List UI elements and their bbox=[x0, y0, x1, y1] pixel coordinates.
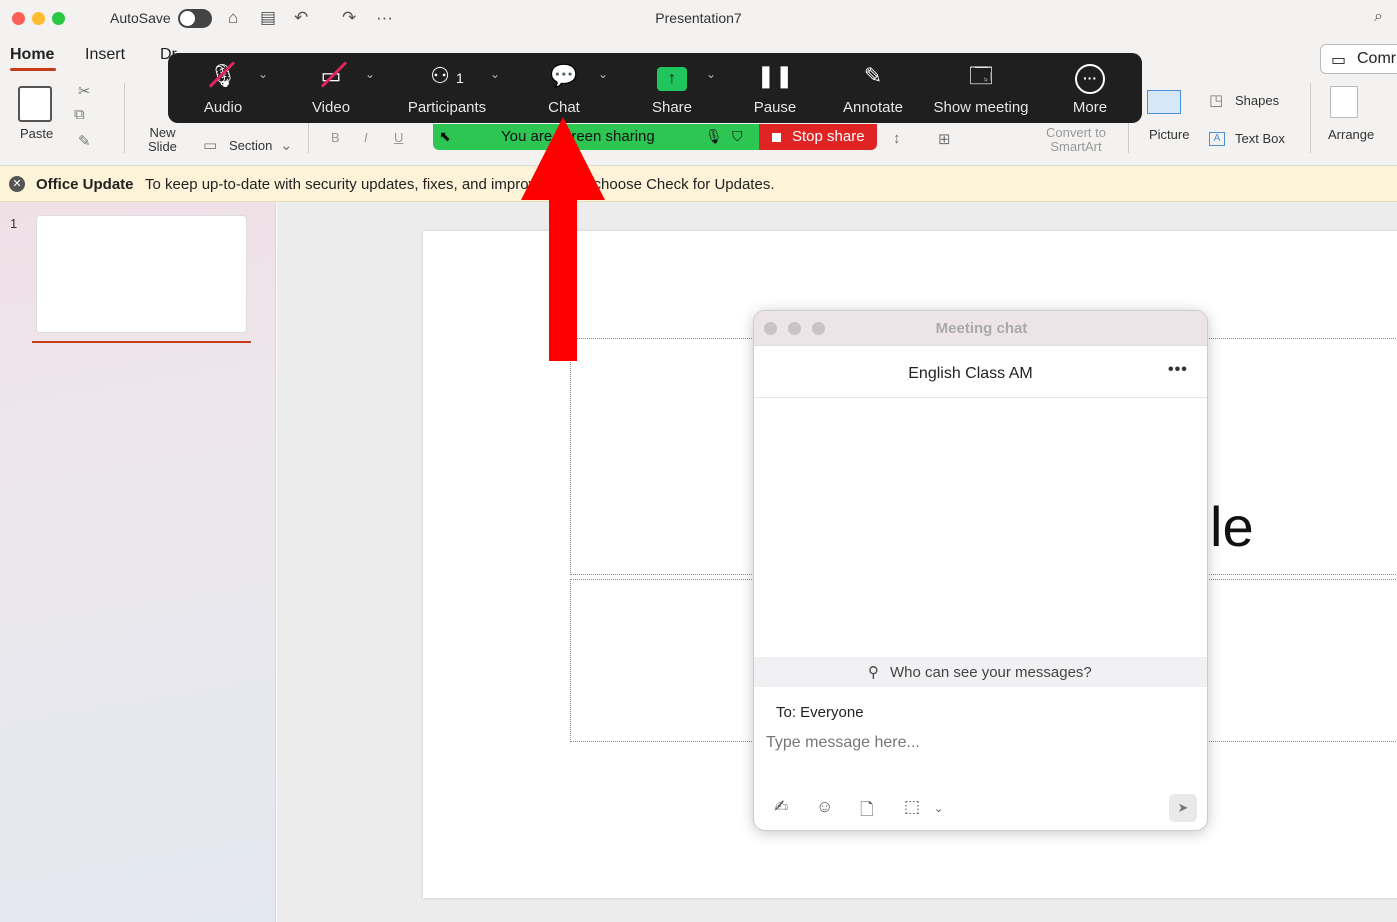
visibility-text: Who can see your messages? bbox=[890, 664, 1092, 681]
align-text-icon[interactable]: ⊞ bbox=[938, 130, 951, 148]
message-visibility-info[interactable]: ⚲ Who can see your messages? bbox=[754, 657, 1207, 687]
format-painter-icon[interactable]: ✎ bbox=[78, 132, 91, 150]
chat-window-title: Meeting chat bbox=[935, 320, 1028, 337]
participants-options-chevron[interactable]: ⌄ bbox=[490, 67, 500, 81]
audio-button[interactable]: 🎙 Audio bbox=[188, 53, 258, 123]
recipient-selector[interactable]: To: Everyone bbox=[776, 704, 864, 721]
slide-thumbnail[interactable] bbox=[36, 215, 247, 333]
underline-button[interactable]: U bbox=[394, 130, 403, 145]
send-icon: ➤ bbox=[1177, 800, 1189, 815]
slide-title-text: le bbox=[1210, 495, 1254, 558]
comments-button[interactable]: ▭ Comr bbox=[1320, 44, 1397, 74]
active-tab-indicator bbox=[10, 68, 56, 71]
paste-label: Paste bbox=[20, 126, 54, 141]
document-title: Presentation7 bbox=[655, 10, 742, 26]
update-title: Office Update bbox=[36, 176, 134, 193]
chat-header: English Class AM ••• bbox=[754, 346, 1207, 398]
slide-thumbnail-pane: 1 bbox=[0, 202, 276, 922]
mic-muted-icon: 🎙 bbox=[209, 61, 237, 91]
new-slide-label[interactable]: New Slide bbox=[148, 126, 177, 154]
audio-options-chevron[interactable]: ⌄ bbox=[258, 67, 268, 81]
chat-titlebar[interactable]: Meeting chat bbox=[754, 311, 1207, 346]
ribbon-separator bbox=[1310, 83, 1311, 153]
section-icon: ▭ bbox=[203, 137, 218, 154]
emoji-icon[interactable]: ☺ bbox=[816, 797, 833, 817]
chevron-down-icon: ⌄ bbox=[280, 137, 293, 154]
window-icon: 🗔 bbox=[969, 63, 993, 88]
pause-icon: ❚❚ bbox=[756, 63, 794, 88]
more-icon: ··· bbox=[1075, 64, 1105, 94]
video-off-icon: ▭ bbox=[321, 61, 342, 91]
video-options-chevron[interactable]: ⌄ bbox=[365, 67, 375, 81]
comment-icon: ▭ bbox=[1331, 52, 1347, 69]
participants-button[interactable]: ⚇ 1 Participants bbox=[400, 53, 494, 123]
file-icon[interactable]: 🗋 bbox=[860, 797, 874, 826]
arrange-label[interactable]: Arrange bbox=[1328, 127, 1374, 142]
search-icon[interactable]: ⌕ bbox=[1374, 8, 1383, 26]
shapes-icon[interactable]: ◳ bbox=[1209, 91, 1223, 109]
arrange-icon[interactable] bbox=[1330, 86, 1358, 118]
convert-to-smartart-button[interactable]: Convert to SmartArt bbox=[1046, 126, 1106, 154]
picture-icon[interactable] bbox=[1147, 90, 1181, 114]
window-titlebar: AutoSave ⌂ ▤ ↶ ↷ ··· Presentation7 ⌕ bbox=[0, 0, 1397, 38]
red-arrow-shaft bbox=[549, 198, 577, 361]
screenshot-icon[interactable]: ⬚ bbox=[904, 797, 920, 817]
show-meeting-button[interactable]: 🗔 Show meeting bbox=[926, 53, 1036, 123]
italic-button[interactable]: I bbox=[364, 130, 368, 145]
share-up-arrow-icon: ↑ bbox=[657, 67, 687, 91]
share-options-chevron[interactable]: ⌄ bbox=[706, 67, 716, 81]
pause-share-button[interactable]: ❚❚ Pause bbox=[741, 53, 809, 123]
chat-group-name: English Class AM bbox=[908, 365, 1033, 382]
mic-muted-icon: 🎙 bbox=[705, 128, 723, 144]
meeting-chat-window: Meeting chat English Class AM ••• ⚲ Who … bbox=[753, 310, 1208, 831]
zoom-meeting-toolbar: 🎙 Audio ⌄ ▭ Video ⌄ ⚇ 1 Participants ⌄ 💬… bbox=[168, 53, 1142, 123]
tab-home[interactable]: Home bbox=[10, 46, 54, 64]
message-input[interactable] bbox=[766, 729, 1186, 757]
annotate-button[interactable]: ✎ Annotate bbox=[832, 53, 914, 123]
chat-button[interactable]: 💬 Chat bbox=[528, 53, 600, 123]
share-button[interactable]: ↑ Share bbox=[635, 53, 709, 123]
comments-label: Comr bbox=[1357, 50, 1397, 67]
participants-icon: ⚇ bbox=[430, 63, 450, 88]
bold-button[interactable]: B bbox=[331, 130, 340, 145]
textbox-label[interactable]: Text Box bbox=[1235, 131, 1285, 146]
section-button[interactable]: Section bbox=[229, 138, 272, 153]
person-info-icon: ⚲ bbox=[868, 664, 879, 681]
format-icon[interactable]: ✍ bbox=[774, 797, 788, 817]
tab-insert[interactable]: Insert bbox=[85, 46, 125, 64]
dismiss-update-icon[interactable]: ✕ bbox=[9, 176, 25, 192]
text-direction-icon[interactable]: ↕ bbox=[893, 130, 901, 147]
office-update-bar: ✕ Office Update To keep up-to-date with … bbox=[0, 166, 1397, 202]
chevron-down-icon[interactable]: ⌄ bbox=[934, 802, 943, 815]
chat-more-button[interactable]: ••• bbox=[1168, 361, 1188, 379]
participant-count: 1 bbox=[456, 70, 464, 86]
slide-number: 1 bbox=[10, 216, 18, 231]
cut-icon[interactable]: ✂ bbox=[78, 82, 91, 100]
video-button[interactable]: ▭ Video bbox=[296, 53, 366, 123]
drag-handle-icon[interactable]: ⬉ bbox=[439, 128, 451, 145]
stop-share-label: Stop share bbox=[792, 128, 865, 145]
more-button[interactable]: ··· More bbox=[1055, 53, 1125, 123]
shapes-label[interactable]: Shapes bbox=[1235, 93, 1279, 108]
shield-icon: ⛉ bbox=[732, 128, 743, 144]
chat-icon: 💬 bbox=[550, 63, 578, 88]
picture-label[interactable]: Picture bbox=[1149, 127, 1189, 142]
pencil-icon: ✎ bbox=[863, 63, 883, 88]
copy-icon[interactable]: ⧉ bbox=[74, 106, 85, 123]
thumbnail-selection-indicator bbox=[32, 341, 251, 343]
stop-icon bbox=[772, 133, 781, 142]
update-message: To keep up-to-date with security updates… bbox=[145, 176, 775, 193]
stop-share-button[interactable]: Stop share bbox=[759, 124, 877, 150]
chat-options-chevron[interactable]: ⌄ bbox=[598, 67, 608, 81]
red-arrow-head bbox=[521, 117, 605, 200]
paste-icon[interactable] bbox=[18, 86, 52, 122]
ribbon-separator bbox=[124, 83, 125, 153]
send-button[interactable]: ➤ bbox=[1169, 794, 1197, 822]
textbox-icon[interactable]: A bbox=[1209, 132, 1225, 146]
